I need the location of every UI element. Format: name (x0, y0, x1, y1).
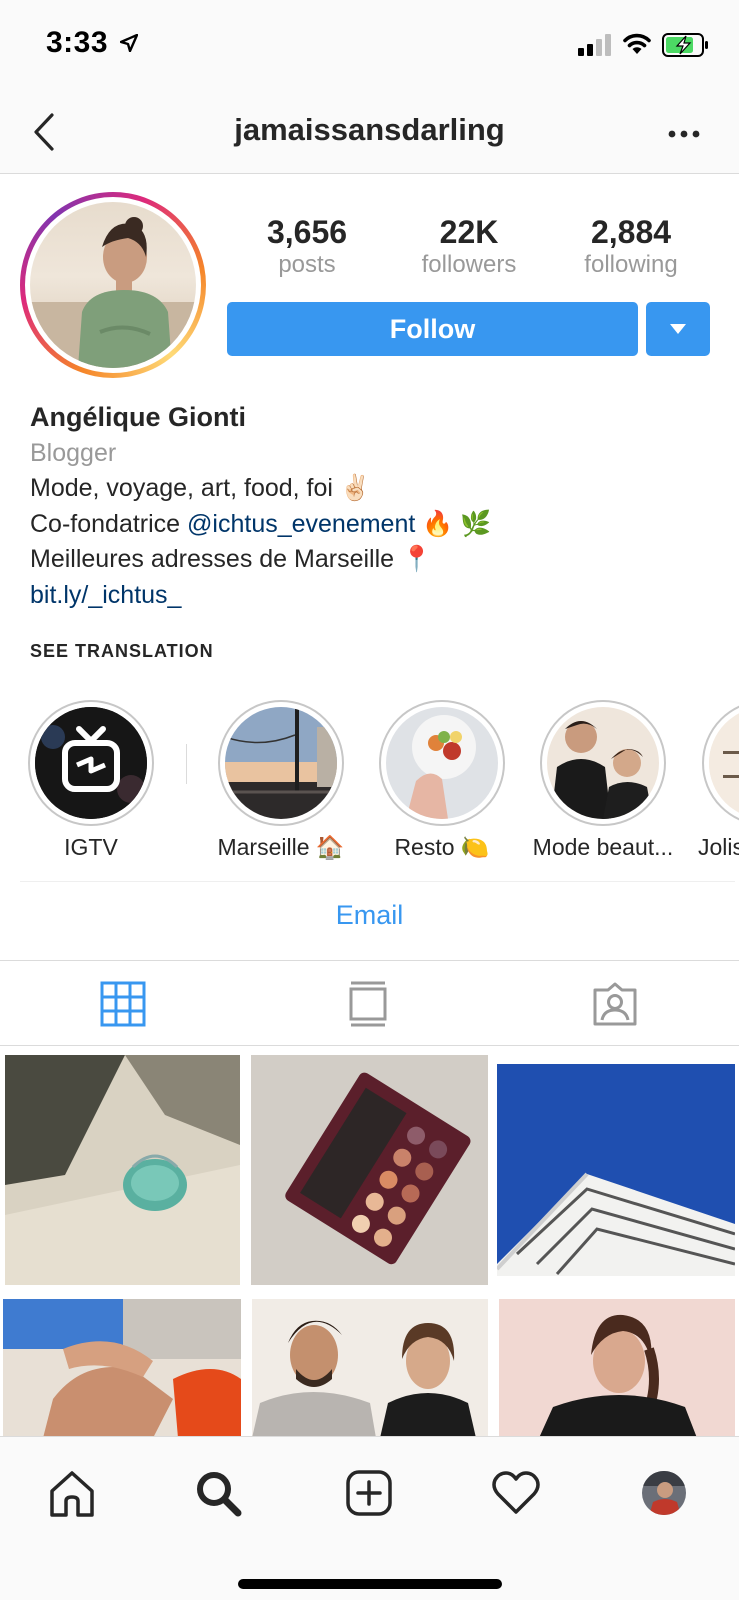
tab-grid[interactable] (98, 979, 148, 1029)
post-thumbnail[interactable] (252, 1299, 488, 1438)
post-thumbnail[interactable] (3, 1299, 241, 1438)
stat-label: posts (278, 251, 336, 278)
highlight-mode-beaute[interactable]: Mode beaut... (533, 700, 673, 860)
home-icon (50, 1471, 94, 1517)
highlight-label: Mode beaut... (532, 834, 674, 860)
stat-label: followers (421, 251, 517, 278)
more-dots-icon (668, 130, 700, 138)
see-translation-button[interactable]: SEE TRANSLATION (30, 641, 214, 662)
tagged-icon (593, 982, 637, 1026)
profile-avatar (642, 1471, 686, 1515)
highlight-label: Jolis (698, 834, 739, 860)
more-options-button[interactable] (662, 112, 706, 156)
bottom-tab-bar (0, 1436, 739, 1600)
highlight-cover-image (547, 707, 659, 819)
bio-line: Co-fondatrice @ichtus_evenement 🔥 🌿 (30, 507, 720, 543)
profile-header: jamaissansdarling (0, 92, 739, 174)
status-bar: 3:33 (0, 0, 739, 92)
profile-content-tabs (0, 960, 739, 1046)
caret-down-icon (670, 324, 686, 334)
new-post-icon (346, 1470, 392, 1516)
highlight-igtv[interactable]: IGTV (28, 700, 154, 860)
nav-profile[interactable] (634, 1463, 694, 1523)
activity-heart-icon (492, 1471, 540, 1514)
bio-text: 🔥 🌿 (415, 509, 492, 538)
profile-avatar-story-ring[interactable] (20, 192, 206, 378)
search-icon (197, 1472, 242, 1517)
home-indicator (238, 1579, 502, 1589)
stat-value: 2,884 (590, 214, 672, 250)
post-thumbnail[interactable] (497, 1064, 735, 1276)
stat-following[interactable]: 2,884 following (550, 214, 712, 284)
profile-bio: Angélique Gionti Blogger Mode, voyage, a… (30, 400, 720, 613)
cellular-signal-icon (578, 34, 611, 56)
profile-category: Blogger (30, 438, 117, 467)
nav-activity[interactable] (486, 1463, 546, 1523)
tab-feed[interactable] (343, 979, 393, 1029)
post-thumbnail[interactable] (251, 1055, 488, 1285)
stat-label: following (584, 251, 678, 278)
bio-line: Mode, voyage, art, food, foi ✌🏻 (30, 474, 372, 502)
suggested-accounts-dropdown-button[interactable] (646, 302, 710, 356)
nav-search[interactable] (188, 1463, 248, 1523)
battery-icon (662, 33, 708, 57)
post-thumbnail[interactable] (5, 1055, 240, 1285)
profile-avatar (30, 202, 196, 368)
posts-grid (0, 1052, 739, 1438)
stat-posts[interactable]: 3,656 posts (226, 214, 388, 284)
post-thumbnail[interactable] (499, 1299, 735, 1438)
highlight-cover-image (386, 707, 498, 819)
email-contact-button[interactable]: Email (0, 900, 739, 931)
follow-button[interactable]: Follow (227, 302, 638, 356)
story-highlights: IGTV Marseille 🏠 Resto 🍋 Mode beaut... J… (0, 700, 739, 870)
grid-icon (100, 981, 146, 1027)
igtv-cover (35, 707, 147, 819)
wifi-icon (623, 33, 651, 54)
profile-full-name: Angélique Gionti (30, 402, 246, 432)
highlight-marseille[interactable]: Marseille 🏠 (217, 700, 345, 860)
highlights-divider (186, 744, 187, 784)
feed-icon (349, 981, 387, 1027)
nav-home[interactable] (42, 1463, 102, 1523)
stat-followers[interactable]: 22K followers (388, 214, 550, 284)
divider (20, 881, 735, 882)
mention-link[interactable]: @ichtus_evenement (187, 510, 415, 538)
website-link[interactable]: bit.ly/_ichtus_ (30, 578, 720, 614)
location-arrow-icon (120, 34, 138, 52)
highlight-resto[interactable]: Resto 🍋 (379, 700, 505, 860)
username-title: jamaissansdarling (234, 112, 505, 147)
highlight-cover-image (709, 707, 739, 819)
bio-text: Co-fondatrice (30, 509, 188, 538)
highlight-label: IGTV (64, 834, 118, 860)
stat-value: 3,656 (266, 214, 348, 250)
status-time: 3:33 (46, 26, 109, 59)
nav-new-post[interactable] (339, 1463, 399, 1523)
tab-tagged[interactable] (590, 979, 640, 1029)
bio-line: Meilleures adresses de Marseille 📍 (30, 545, 433, 573)
profile-stats: 3,656 posts 22K followers 2,884 followin… (226, 214, 712, 284)
igtv-icon (35, 707, 147, 819)
stat-value: 22K (439, 214, 499, 250)
highlight-cover-image (225, 707, 337, 819)
